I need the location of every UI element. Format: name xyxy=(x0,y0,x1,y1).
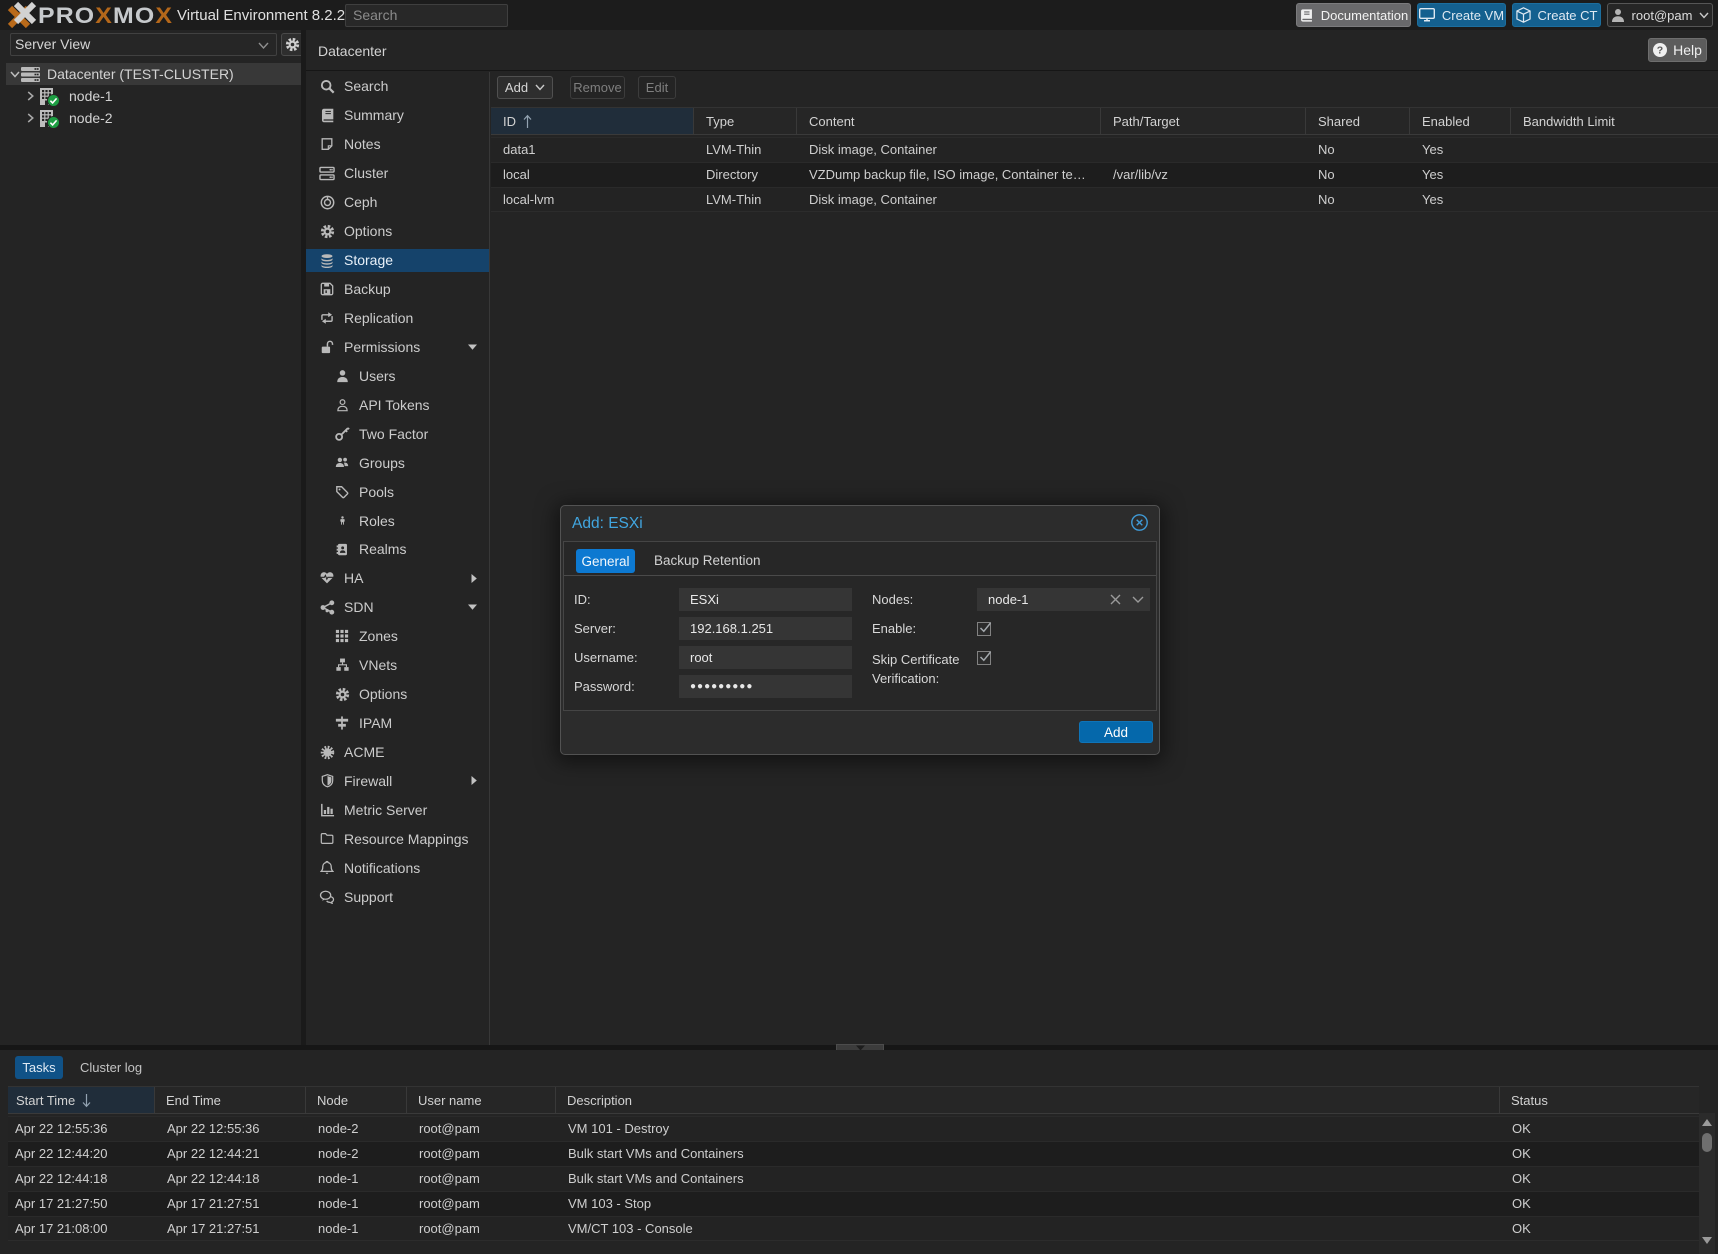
svg-text:?: ? xyxy=(1657,45,1663,57)
